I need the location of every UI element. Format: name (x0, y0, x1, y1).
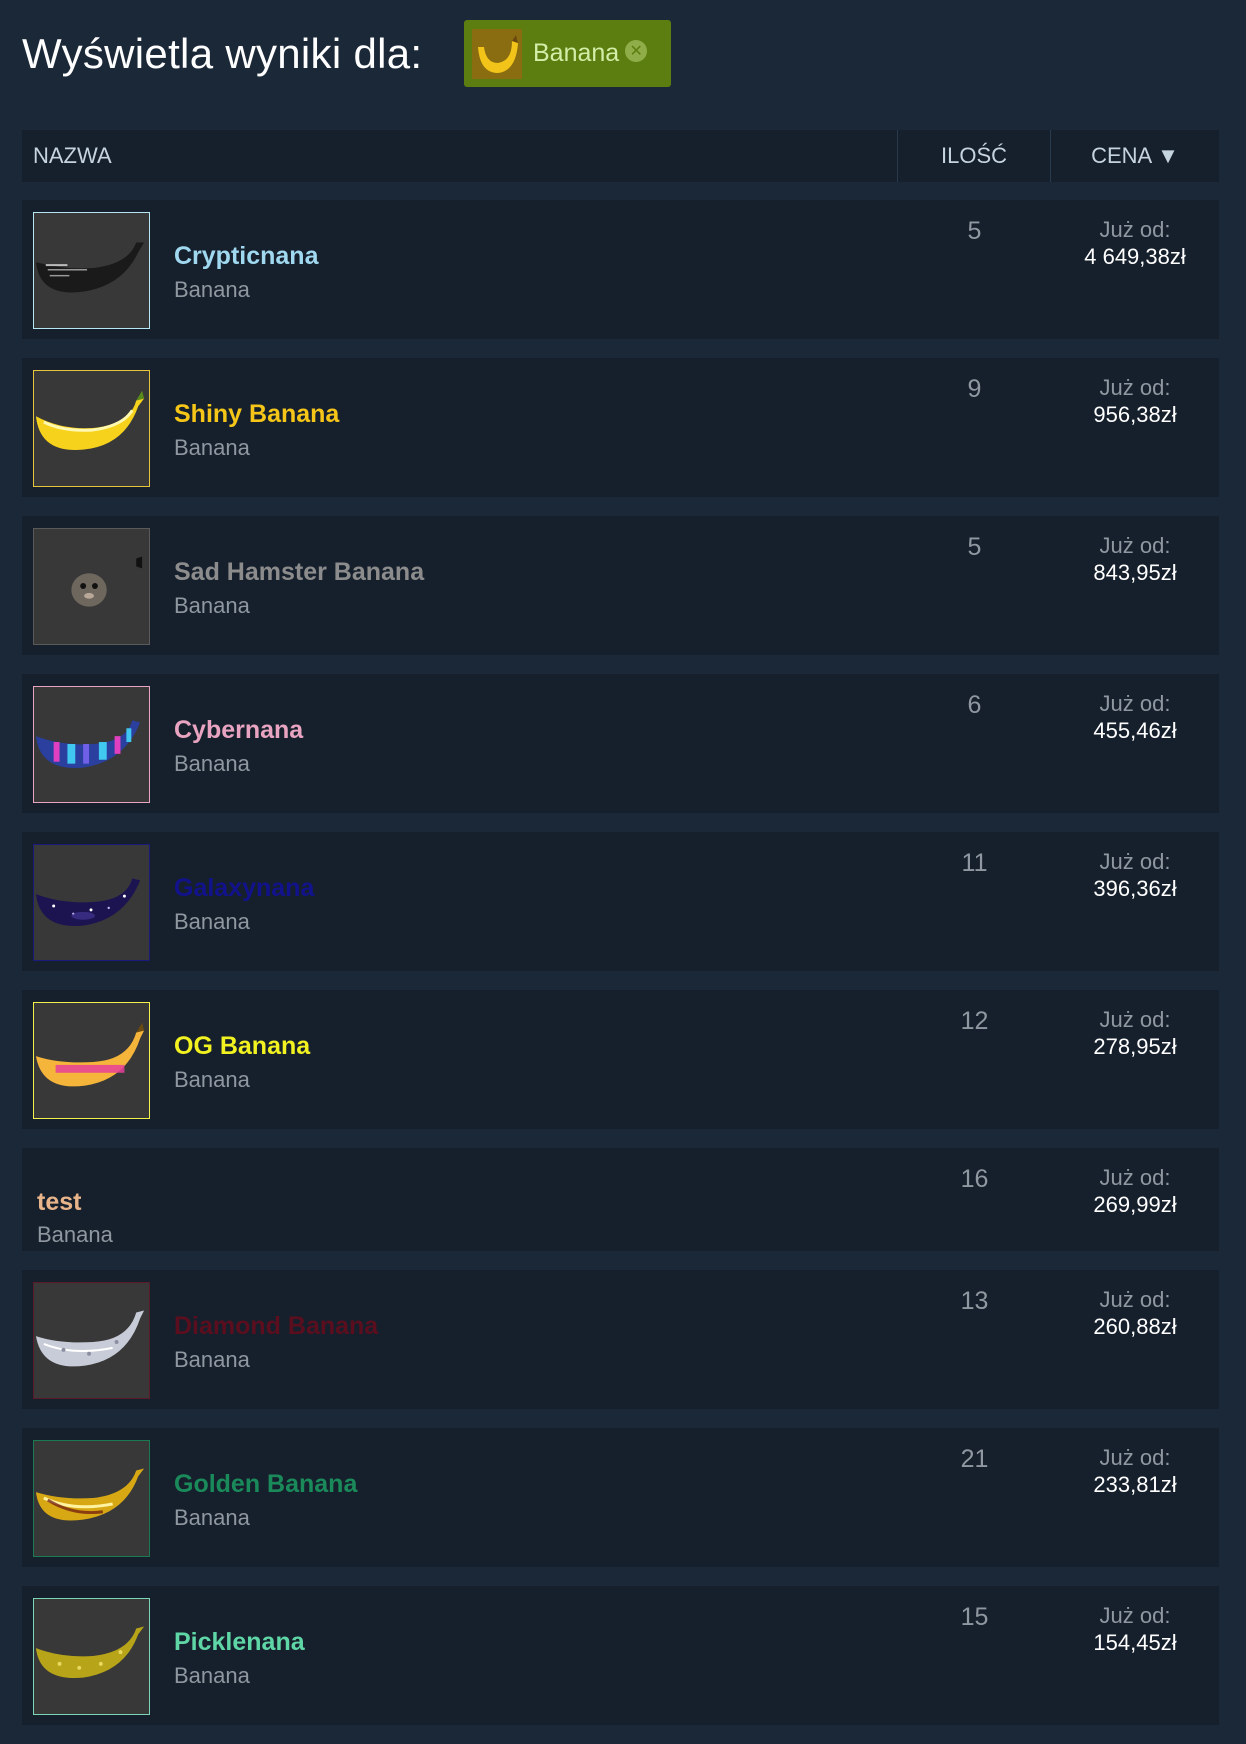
listing-row[interactable]: Picklenana Banana 15 Już od: 154,45zł (22, 1586, 1219, 1725)
item-game: Banana (174, 435, 250, 460)
item-price: 396,36zł (1093, 876, 1177, 901)
remove-filter-icon[interactable]: ✕ (625, 39, 648, 62)
item-quantity: 11 (961, 849, 988, 877)
listing-table-header: NAZWA ILOŚĆ CENA ▼ (22, 130, 1219, 182)
listing-row[interactable]: Golden Banana Banana 21 Już od: 233,81zł (22, 1428, 1219, 1567)
item-game: Banana (174, 277, 250, 302)
item-quantity: 12 (960, 1007, 989, 1035)
item-price: 455,46zł (1093, 718, 1177, 743)
price-label: Już od: (1099, 533, 1171, 558)
golden-banana-image (33, 1440, 150, 1557)
item-quantity: 6 (967, 691, 982, 719)
price-label: Już od: (1099, 1007, 1171, 1032)
listing-row[interactable]: Sad Hamster Banana Banana 5 Już od: 843,… (22, 516, 1219, 655)
price-label: Już od: (1099, 1603, 1171, 1628)
filter-label: Banana (533, 39, 620, 67)
item-price: 278,95zł (1093, 1034, 1177, 1059)
picklenana-banana-image (33, 1598, 150, 1715)
listing-rows: Crypticnana Banana 5 Już od: 4 649,38zł … (22, 200, 1219, 1744)
price-label: Już od: (1099, 1445, 1171, 1470)
sad-hamster-banana-image (33, 528, 150, 645)
item-name[interactable]: Golden Banana (174, 1470, 357, 1499)
item-price: 154,45zł (1093, 1630, 1177, 1655)
column-header-name[interactable]: NAZWA (22, 130, 898, 182)
item-name[interactable]: Galaxynana (174, 874, 314, 903)
column-header-quantity[interactable]: ILOŚĆ (898, 130, 1051, 182)
item-name[interactable]: Shiny Banana (174, 400, 339, 429)
item-name[interactable]: Diamond Banana (174, 1312, 378, 1341)
diamond-banana-image (33, 1282, 150, 1399)
item-game: Banana (174, 1347, 250, 1372)
item-price: 233,81zł (1093, 1472, 1177, 1497)
price-label: Już od: (1099, 1165, 1171, 1190)
item-game: Banana (174, 909, 250, 934)
item-game: Banana (174, 751, 250, 776)
listing-row[interactable]: Galaxynana Banana 11 Już od: 396,36zł (22, 832, 1219, 971)
price-label: Już od: (1099, 1287, 1171, 1312)
item-price: 956,38zł (1093, 402, 1177, 427)
item-game: Banana (174, 1663, 250, 1688)
item-price: 269,99zł (1093, 1192, 1177, 1217)
item-price: 843,95zł (1093, 560, 1177, 585)
item-quantity: 16 (960, 1165, 989, 1193)
item-price: 260,88zł (1093, 1314, 1177, 1339)
price-label: Już od: (1099, 849, 1171, 874)
item-game: Banana (174, 593, 250, 618)
item-quantity: 15 (960, 1603, 989, 1631)
item-name[interactable]: Sad Hamster Banana (174, 558, 424, 587)
listing-row[interactable]: OG Banana Banana 12 Już od: 278,95zł (22, 990, 1219, 1129)
cybernana-banana-image (33, 686, 150, 803)
results-header: Wyświetla wyniki dla: (22, 20, 422, 87)
item-name[interactable]: test (37, 1188, 81, 1217)
listing-row[interactable]: Cybernana Banana 6 Już od: 455,46zł (22, 674, 1219, 813)
item-quantity: 9 (967, 375, 982, 403)
item-quantity: 13 (960, 1287, 989, 1315)
item-name[interactable]: Cybernana (174, 716, 303, 745)
price-label: Już od: (1099, 691, 1171, 716)
og-banana-image (33, 1002, 150, 1119)
item-quantity: 5 (967, 533, 982, 561)
item-name[interactable]: Picklenana (174, 1628, 305, 1657)
crypticnana-banana-image (33, 212, 150, 329)
listing-row[interactable]: Shiny Banana Banana 9 Już od: 956,38zł (22, 358, 1219, 497)
item-game: Banana (174, 1505, 250, 1530)
column-header-price[interactable]: CENA ▼ (1051, 130, 1219, 182)
item-game: Banana (37, 1222, 113, 1247)
shiny-banana-image (33, 370, 150, 487)
listing-row[interactable]: test Banana 16 Już od: 269,99zł (22, 1148, 1219, 1251)
item-quantity: 21 (960, 1445, 989, 1473)
active-filter-banana[interactable]: Banana ✕ (464, 20, 671, 87)
item-name[interactable]: Crypticnana (174, 242, 318, 271)
galaxynana-banana-image (33, 844, 150, 961)
item-price: 4 649,38zł (1084, 244, 1186, 269)
item-quantity: 5 (967, 217, 982, 245)
results-title: Wyświetla wyniki dla: (22, 29, 423, 77)
price-label: Już od: (1099, 375, 1171, 400)
banana-icon (472, 28, 522, 79)
listing-row[interactable]: Crypticnana Banana 5 Już od: 4 649,38zł (22, 200, 1219, 339)
item-name[interactable]: OG Banana (174, 1032, 310, 1061)
item-game: Banana (174, 1067, 250, 1092)
price-label: Już od: (1099, 217, 1171, 242)
listing-row[interactable]: Diamond Banana Banana 13 Już od: 260,88z… (22, 1270, 1219, 1409)
